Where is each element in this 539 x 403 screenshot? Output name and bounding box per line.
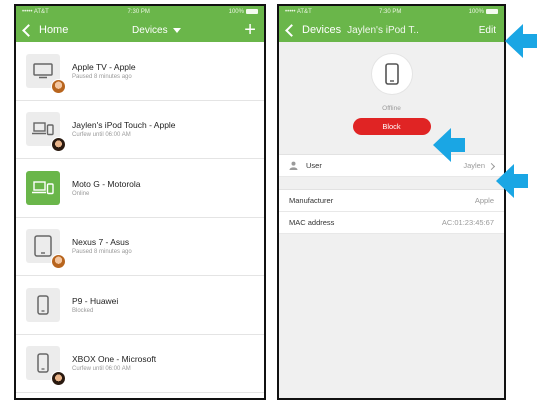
- nav-title: Devices: [132, 25, 168, 36]
- devices-filter-dropdown[interactable]: Devices: [132, 24, 181, 36]
- caret-down-icon: [172, 27, 181, 33]
- chevron-left-icon: [22, 23, 35, 37]
- devices-list-screen: ••••• AT&T 7:30 PM 100% Home Devices + A…: [14, 4, 266, 400]
- laptop-phone-icon: [32, 181, 54, 195]
- block-button[interactable]: Block: [352, 118, 431, 135]
- chevron-left-icon: [285, 23, 298, 37]
- nav-bar: Devices Jaylen's iPod T.. Edit: [279, 18, 504, 42]
- user-avatar: [51, 78, 66, 94]
- phone-icon: [37, 353, 49, 373]
- battery-icon: [245, 8, 258, 14]
- nav-bar: Home Devices +: [16, 18, 264, 42]
- details-table: Manufacturer Apple MAC address AC:01:23:45:…: [279, 189, 504, 234]
- person-icon: [289, 161, 298, 171]
- user-row[interactable]: User Jaylen: [279, 155, 504, 177]
- device-row[interactable]: Moto G - Motorola Online: [16, 159, 264, 218]
- battery-icon: [485, 8, 498, 14]
- carrier-text: ••••• AT&T: [22, 9, 49, 15]
- device-row[interactable]: P9 - Huawei Blocked: [16, 276, 264, 335]
- phone-icon: [37, 295, 49, 315]
- device-status: Online: [72, 190, 90, 197]
- device-thumbnail: [26, 170, 60, 205]
- device-thumbnail: [26, 53, 66, 94]
- device-thumbnail: [26, 346, 66, 387]
- arrow-block-icon: [433, 128, 465, 162]
- device-avatar: [371, 54, 412, 94]
- device-name: Apple TV - Apple: [72, 61, 136, 72]
- device-name: Nexus 7 - Asus: [72, 237, 130, 248]
- device-thumbnail: [26, 287, 60, 322]
- back-label: Home: [39, 24, 69, 36]
- detail-label: Manufacturer: [289, 196, 334, 205]
- plus-icon[interactable]: +: [244, 20, 256, 40]
- device-row[interactable]: XBOX One - Microsoft Curfew until 06:00 A…: [16, 335, 264, 393]
- detail-value: Apple: [474, 196, 494, 205]
- device-row[interactable]: Nexus 7 - Asus Paused 8 minutes ago: [16, 218, 264, 276]
- carrier-text: ••••• AT&T: [285, 9, 312, 15]
- user-label: User: [306, 160, 322, 170]
- device-name: XBOX One - Microsoft: [72, 354, 157, 365]
- device-status: Paused 8 minutes ago: [72, 73, 132, 80]
- device-name: P9 - Huawei: [72, 295, 119, 306]
- device-list: Apple TV - Apple Paused 8 minutes ago Jayl…: [16, 42, 264, 393]
- device-status: Blocked: [72, 307, 94, 314]
- tv-icon: [33, 63, 53, 79]
- user-section: User Jaylen: [279, 154, 504, 177]
- back-button[interactable]: Home: [22, 23, 69, 37]
- device-name: Jaylen's iPod Touch - Apple: [72, 120, 176, 131]
- edit-button[interactable]: Edit: [479, 25, 496, 36]
- back-label: Devices: [302, 24, 342, 36]
- device-status: Paused 8 minutes ago: [72, 249, 132, 256]
- status-bar: ••••• AT&T 7:30 PM 100%: [16, 6, 264, 18]
- device-status: Offline: [382, 105, 401, 112]
- arrow-edit-icon: [505, 24, 537, 58]
- device-detail-screen: ••••• AT&T 7:30 PM 100% Devices Jaylen's…: [277, 4, 506, 400]
- detail-value: AC:01:23:45:67: [441, 218, 494, 227]
- arrow-user-icon: [496, 164, 528, 198]
- phone-icon: [384, 63, 399, 85]
- user-avatar: [51, 371, 66, 387]
- device-thumbnail: [26, 112, 66, 153]
- user-avatar: [51, 254, 66, 270]
- time-text: 7:30 PM: [127, 9, 150, 15]
- detail-label: MAC address: [289, 218, 335, 227]
- nav-title: Jaylen's iPod T..: [347, 24, 419, 36]
- device-status: Curfew until 06:00 AM: [72, 132, 131, 139]
- battery-indicator: 100%: [469, 8, 498, 15]
- user-avatar: [51, 137, 66, 153]
- time-text: 7:30 PM: [379, 9, 402, 15]
- tablet-icon: [34, 235, 52, 257]
- detail-row: MAC address AC:01:23:45:67: [279, 212, 504, 234]
- detail-row: Manufacturer Apple: [279, 190, 504, 212]
- status-bar: ••••• AT&T 7:30 PM 100%: [279, 6, 504, 18]
- device-header: Offline Block: [279, 42, 504, 154]
- device-thumbnail: [26, 229, 66, 270]
- back-button[interactable]: Devices: [285, 23, 342, 37]
- device-status: Curfew until 06:00 AM: [72, 366, 131, 373]
- laptop-phone-icon: [32, 122, 54, 136]
- battery-indicator: 100%: [229, 8, 258, 15]
- device-row[interactable]: Jaylen's iPod Touch - Apple Curfew until …: [16, 101, 264, 159]
- device-name: Moto G - Motorola: [72, 178, 141, 189]
- device-row[interactable]: Apple TV - Apple Paused 8 minutes ago: [16, 42, 264, 101]
